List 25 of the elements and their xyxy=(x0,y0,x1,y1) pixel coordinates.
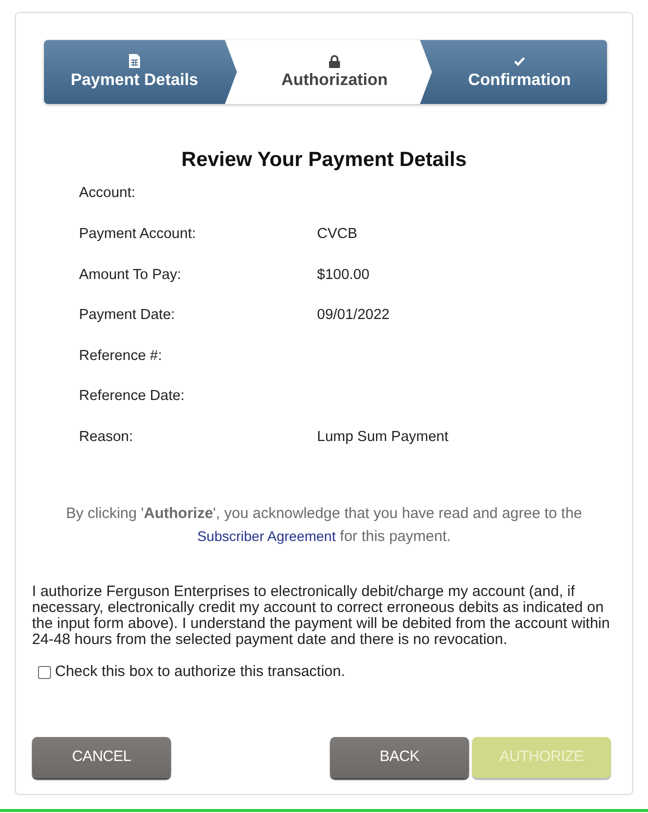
lock-icon xyxy=(329,54,340,68)
subscriber-agreement-link[interactable]: Subscriber Agreement xyxy=(197,528,336,544)
document-icon xyxy=(129,54,140,68)
agreement-notice: By clicking 'Authorize', you acknowledge that you have read and agree to the Subscriber Agreement for this payment. xyxy=(64,504,584,548)
checkbox-label: Check this box to authorize this transaction. xyxy=(55,662,346,682)
field-label: Reference #: xyxy=(79,346,162,366)
step-label: Confirmation xyxy=(468,71,571,90)
field-value: 09/01/2022 xyxy=(317,306,390,326)
field-value: CVCB xyxy=(317,225,358,244)
check-icon xyxy=(514,56,525,66)
field-label: Account: xyxy=(79,184,136,204)
field-label: Payment Date: xyxy=(79,306,175,326)
field-label: Reference Date: xyxy=(79,387,185,406)
action-button[interactable]: BACK xyxy=(330,737,469,778)
step-label: Authorization xyxy=(281,71,388,90)
action-button[interactable]: CANCEL xyxy=(32,737,171,778)
field-value: Lump Sum Payment xyxy=(317,428,448,447)
field-label: Payment Account: xyxy=(79,225,196,244)
field-value: $100.00 xyxy=(317,266,370,285)
step-label: Payment Details xyxy=(70,71,198,90)
review-title: Review Your Payment Details xyxy=(180,148,468,172)
authorization-text: I authorize Ferguson Enterprises to electronically debit/charge my account (and, if necessary, electronically credit my account to correct erroneous debits as indicated on the input form above). I understand the payment will be debited from the account within 24-48 hours from the selected payment date and there is no revocation. xyxy=(32,584,611,648)
field-label: Amount To Pay: xyxy=(79,266,182,285)
authorize-checkbox[interactable] xyxy=(38,666,51,679)
field-label: Reason: xyxy=(79,428,134,447)
